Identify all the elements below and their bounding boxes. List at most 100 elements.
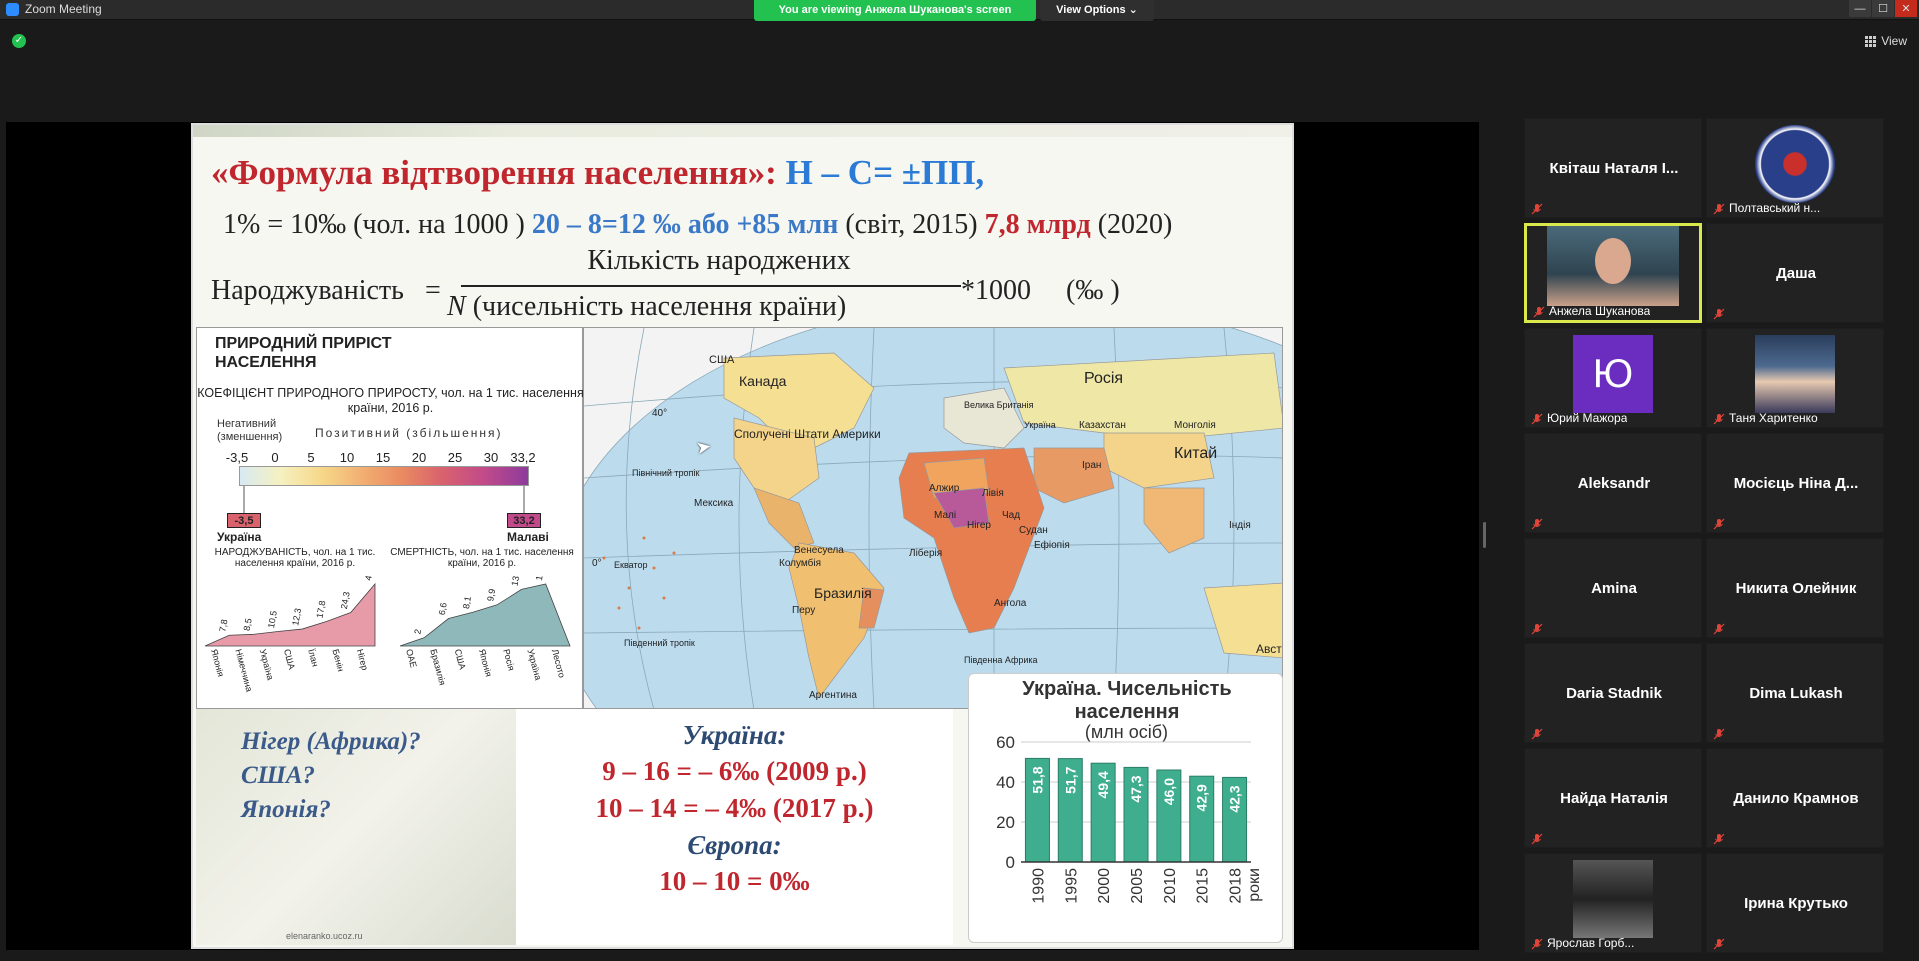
formula-unit: (‰ ) <box>1066 275 1120 306</box>
bar-value-label: 49,4 <box>1095 771 1111 798</box>
mini-value-label: 7,8 <box>217 619 229 633</box>
map-label: Північний тропік <box>632 468 699 478</box>
map-label: Алжир <box>929 483 960 494</box>
participant-tile[interactable]: Полтавський н... <box>1706 118 1884 218</box>
maximize-button[interactable]: ☐ <box>1872 0 1894 17</box>
participant-tile[interactable]: Daria Stadnik <box>1524 643 1702 743</box>
x-tick-label: 2018 <box>1228 868 1245 904</box>
letter-avatar: Ю <box>1573 335 1653 413</box>
participant-tile[interactable]: Ярослав Горб... <box>1524 853 1702 953</box>
x-tick-label: 1995 <box>1063 868 1080 904</box>
participant-tile[interactable]: Данило Крамнов <box>1706 748 1884 848</box>
map-label: Південна Африка <box>964 655 1038 665</box>
mini-value-label: 24,3 <box>339 591 352 610</box>
scale-tick: -3,5 <box>225 450 249 465</box>
map-label: Малі <box>934 510 956 521</box>
mini-country-label: Україна <box>525 648 543 681</box>
participant-tile[interactable]: Найда Наталія <box>1524 748 1702 848</box>
close-button[interactable]: ✕ <box>1895 0 1917 17</box>
mini-country-label: Бразилія <box>428 648 447 687</box>
participant-video <box>1547 226 1679 306</box>
world-natural-increase-map: Канада США Сполучені Штати Америки Мекси… <box>583 327 1283 709</box>
scale-tick: 25 <box>447 450 463 465</box>
mini-value-label: 6,6 <box>437 602 449 616</box>
map-label: Ангола <box>994 598 1027 609</box>
panel-resize-handle[interactable] <box>1483 522 1486 548</box>
formula-equals: = <box>425 275 441 306</box>
participant-tile[interactable]: Ю Юрий Мажора <box>1524 328 1702 428</box>
map-label: Перу <box>792 605 815 616</box>
grid-icon <box>1865 35 1877 47</box>
participant-tile[interactable]: Таня Харитенко <box>1706 328 1884 428</box>
participant-name: Найда Наталія <box>1560 790 1668 807</box>
mini-value-label: 13,6 <box>510 576 523 587</box>
x-tick-label: 2015 <box>1195 868 1212 904</box>
mini-value-label: 12,3 <box>290 607 303 626</box>
participant-tile[interactable]: Dima Lukash <box>1706 643 1884 743</box>
participant-tile[interactable]: Мосієць Ніна Д... <box>1706 433 1884 533</box>
mini-value-label: 14,9 <box>534 576 547 581</box>
map-label: Нігер <box>967 520 991 531</box>
participant-tile[interactable]: Квіташ Наталя І... <box>1524 118 1702 218</box>
formula-fraction-bar <box>461 285 961 287</box>
participant-name: Aleksandr <box>1577 475 1651 492</box>
muted-mic-icon <box>1713 517 1725 530</box>
muted-mic-icon <box>1713 412 1725 425</box>
max-value-badge: 33,2 <box>507 513 541 528</box>
map-label: Іран <box>1082 460 1101 471</box>
ukraine-heading: Україна: <box>682 720 787 750</box>
participant-tile[interactable]: Даша <box>1706 223 1884 323</box>
death-rate-mini-chart: 2 6,6 8,1 9,9 13,6 14,9 ОАЕ Бразилія США Японія Ро… <box>399 576 571 687</box>
min-value-badge: -3,5 <box>227 513 261 528</box>
slide-decor-strip <box>193 125 1292 137</box>
x-tick-label: 1990 <box>1030 868 1047 904</box>
line2-population: 7,8 млрд <box>984 209 1091 240</box>
map-label: Ефіопія <box>1034 539 1070 551</box>
security-shield-icon[interactable]: ✓ <box>12 34 26 48</box>
scale-tick: 0 <box>271 450 279 465</box>
presentation-slide: «Формула відтворення населення»: Н – С= … <box>191 123 1294 949</box>
participant-name: Таня Харитенко <box>1729 411 1818 425</box>
anime-avatar <box>1755 335 1835 413</box>
participant-tile[interactable]: Ірина Крутько <box>1706 853 1884 953</box>
map-label: Індія <box>1229 520 1251 531</box>
window-title: Zoom Meeting <box>6 2 102 16</box>
participant-name: Dima Lukash <box>1749 685 1843 702</box>
bar-value-label: 42,3 <box>1227 785 1243 812</box>
mini-country-label: Нігер <box>355 648 370 671</box>
mini-country-label: Японія <box>209 648 226 678</box>
dark-portrait-avatar <box>1573 860 1653 938</box>
birth-rate-title: НАРОДЖУВАНІСТЬ, чол. на 1 тис. населення… <box>214 547 376 569</box>
scale-tick: 20 <box>411 450 427 465</box>
view-options-button[interactable]: View Options ⌄ <box>1040 0 1154 21</box>
participant-name: Анжела Шуканова <box>1549 304 1651 318</box>
formula-multiplier: *1000 <box>961 275 1031 306</box>
y-tick-label: 40 <box>996 773 1015 792</box>
x-tick-label: 2000 <box>1096 868 1113 904</box>
view-layout-button[interactable]: View <box>1865 34 1907 48</box>
participant-tile[interactable]: Анжела Шуканова <box>1524 223 1702 323</box>
participant-face <box>1595 238 1631 284</box>
minimize-button[interactable]: — <box>1849 0 1871 17</box>
participant-name: Юрий Мажора <box>1547 411 1628 425</box>
world-map-graphic: Канада США Сполучені Штати Америки Мекси… <box>584 328 1282 708</box>
bar-value-label: 47,3 <box>1128 775 1144 802</box>
map-label: 40° <box>652 408 667 419</box>
map-label: Монголія <box>1174 420 1216 431</box>
participant-tile[interactable]: Amina <box>1524 538 1702 638</box>
participant-tile[interactable]: Никита Олейник <box>1706 538 1884 638</box>
map-label: США <box>709 354 735 366</box>
questions-panel: Нігер (Африка)? США? Японія? elenaranko.… <box>196 709 516 945</box>
scale-tick: 30 <box>483 450 499 465</box>
participant-name: Мосієць Ніна Д... <box>1733 475 1859 492</box>
map-label: 0° <box>592 558 602 569</box>
map-label: Південний тропік <box>624 638 695 648</box>
mini-country-label: Японія <box>477 648 494 678</box>
question-item: Японія? <box>241 796 331 823</box>
participant-tile[interactable]: Aleksandr <box>1524 433 1702 533</box>
muted-mic-icon <box>1713 307 1725 320</box>
muted-mic-icon <box>1531 832 1543 845</box>
map-label: Бразилія <box>814 585 872 601</box>
scale-tick: 5 <box>307 450 315 465</box>
mini-country-label: Росія <box>501 648 516 672</box>
